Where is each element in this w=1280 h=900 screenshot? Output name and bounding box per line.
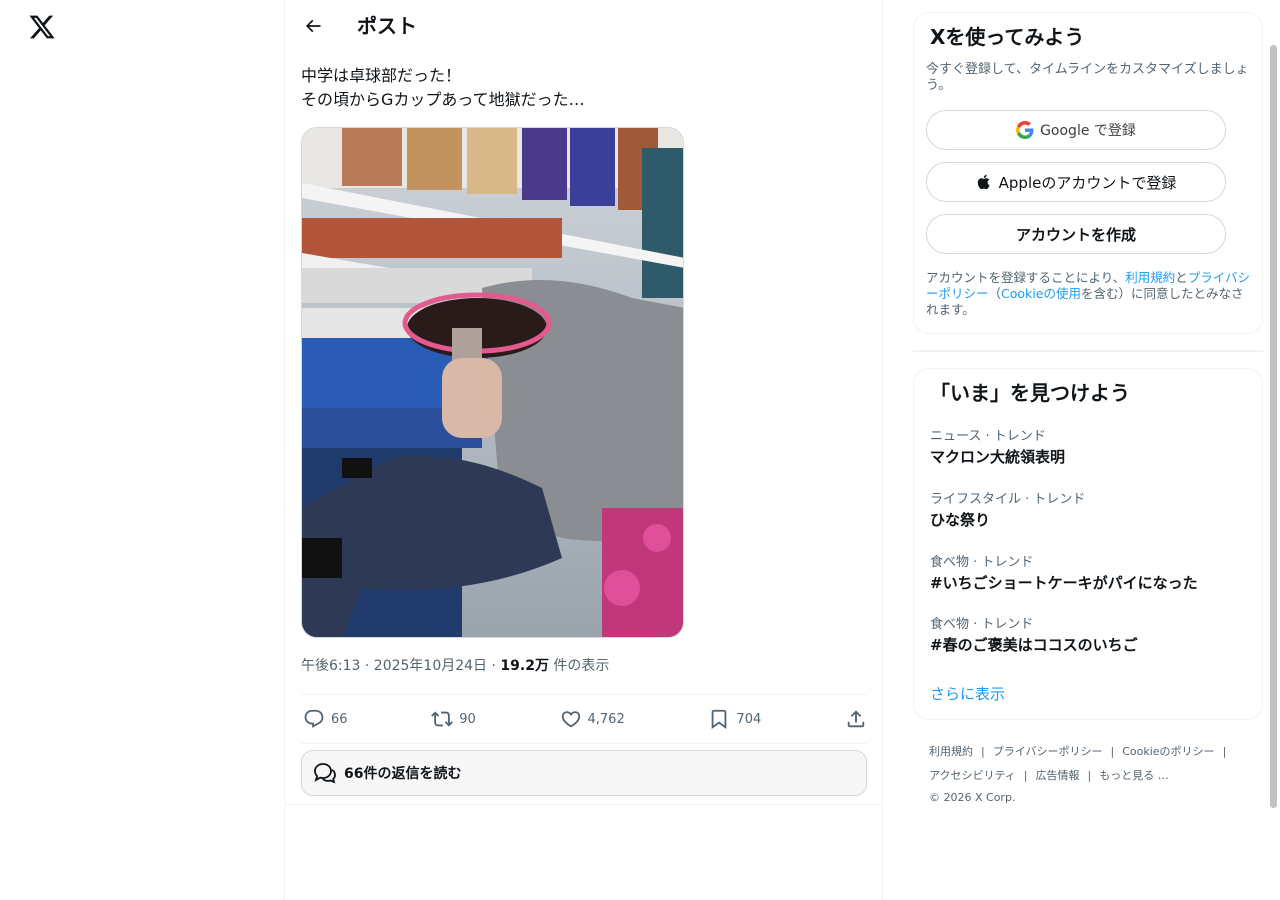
trend-name: ひな祭り: [930, 511, 991, 529]
footer: 利用規約 | プライバシーポリシー | Cookieのポリシー | アクセシビリティ | 広告…: [929, 740, 1249, 806]
trend-item[interactable]: ライフスタイル · トレンド ひな祭り: [930, 492, 1250, 530]
copyright: © 2026 X Corp.: [929, 791, 1016, 804]
share-icon: [847, 710, 865, 728]
footer-link-ads[interactable]: 広告情報: [1036, 769, 1080, 782]
create-account-label: アカウントを作成: [1015, 225, 1136, 244]
chat-bubbles-icon: [314, 763, 336, 784]
post-image[interactable]: [301, 127, 684, 638]
heart-icon: [561, 711, 580, 728]
x-logo-icon[interactable]: [28, 13, 56, 41]
repost-count: 90: [459, 711, 476, 727]
trend-name: マクロン大統領表明: [930, 448, 1066, 466]
repost-button[interactable]: 90: [429, 708, 476, 730]
post-meta: 午後6:13 · 2025年10月24日 · 19.2万 件の表示: [301, 656, 609, 676]
back-button[interactable]: [299, 12, 327, 40]
trends-card: 「いま」を見つけよう ニュース · トレンド マクロン大統領表明 ライフスタイル…: [913, 368, 1263, 720]
trend-item[interactable]: 食べ物 · トレンド #春のご褒美はココスのいちご: [930, 617, 1250, 655]
post-text: 中学は卓球部だった！ その頃からGカップあって地獄だった…: [301, 66, 585, 109]
trends-title: 「いま」を見つけよう: [930, 381, 1130, 405]
share-button[interactable]: [843, 708, 867, 730]
trend-item[interactable]: 食べ物 · トレンド #いちごショートケーキがパイになった: [930, 555, 1250, 593]
trend-category: 食べ物 · トレンド: [930, 617, 1034, 632]
footer-separator: |: [1110, 745, 1115, 758]
bookmark-count: 704: [736, 711, 762, 727]
legal-and: と: [1175, 270, 1188, 285]
trend-category: ニュース · トレンド: [930, 429, 1046, 444]
legal-text: アカウントを登録することにより、利用規約とプライバシーポリシー（Cookieの使…: [926, 270, 1254, 318]
arrow-left-icon: [305, 19, 321, 33]
footer-link-terms[interactable]: 利用規約: [929, 745, 973, 758]
main-column: ポスト 中学は卓球部だった！ その頃からGカップあって地獄だった… 午後6:13…: [284, 0, 883, 900]
sidebar-divider: [913, 350, 1263, 352]
bookmark-button[interactable]: 704: [706, 708, 761, 730]
google-signup-button[interactable]: Google で登録: [926, 110, 1226, 150]
google-signup-label: Google で登録: [1040, 123, 1136, 139]
action-bar: 66 90 4,762 704: [301, 694, 867, 744]
view-count: 19.2万: [500, 658, 549, 674]
footer-link-more[interactable]: もっと見る …: [1099, 769, 1169, 782]
left-nav: [0, 0, 284, 900]
like-count: 4,762: [587, 711, 625, 727]
read-replies-label: 66件の返信を読む: [344, 766, 462, 782]
google-icon: [1016, 121, 1034, 139]
footer-link-accessibility[interactable]: アクセシビリティ: [929, 769, 1016, 782]
legal-paren: （: [988, 286, 1002, 301]
reply-icon: [304, 709, 324, 728]
repost-icon: [431, 711, 454, 727]
signup-card: Xを使ってみよう 今すぐ登録して、タイムラインをカスタマイズしましょう。 Goo…: [913, 12, 1263, 334]
trend-category: 食べ物 · トレンド: [930, 555, 1034, 570]
trend-item[interactable]: ニュース · トレンド マクロン大統領表明: [930, 429, 1250, 467]
bookmark-icon: [712, 709, 727, 730]
post-header: ポスト: [285, 0, 883, 53]
footer-separator: |: [981, 745, 985, 758]
footer-separator: |: [1087, 769, 1092, 782]
apple-signup-label: Appleのアカウントで登録: [998, 173, 1177, 192]
signup-subtitle: 今すぐ登録して、タイムラインをカスタマイズしましょう。: [926, 62, 1249, 93]
create-account-button[interactable]: アカウントを作成: [926, 214, 1226, 254]
trend-name: #春のご褒美はココスのいちご: [930, 636, 1138, 654]
show-more-link[interactable]: さらに表示: [930, 683, 1005, 704]
read-replies-button[interactable]: 66件の返信を読む: [301, 750, 867, 796]
terms-link[interactable]: 利用規約: [1125, 270, 1175, 285]
footer-link-cookie[interactable]: Cookieのポリシー: [1122, 745, 1214, 758]
footer-link-privacy[interactable]: プライバシーポリシー: [993, 745, 1103, 758]
apple-signup-button[interactable]: Appleのアカウントで登録: [926, 162, 1226, 202]
signup-title: Xを使ってみよう: [930, 25, 1085, 49]
page-title: ポスト: [357, 14, 417, 38]
scrollbar[interactable]: [1270, 45, 1277, 808]
divider: [285, 804, 883, 805]
view-label: 件の表示: [548, 658, 610, 674]
cookie-link[interactable]: Cookieの使用: [1001, 286, 1081, 301]
footer-separator: |: [1222, 745, 1227, 758]
footer-separator: |: [1023, 769, 1028, 782]
post-photo: [302, 128, 683, 637]
reply-count: 66: [331, 711, 348, 727]
like-button[interactable]: 4,762: [558, 708, 625, 730]
legal-prefix: アカウントを登録することにより、: [926, 270, 1126, 285]
reply-button[interactable]: 66: [301, 708, 348, 730]
apple-icon: [977, 174, 990, 190]
trend-category: ライフスタイル · トレンド: [930, 492, 1086, 507]
post-timestamp[interactable]: 午後6:13 · 2025年10月24日 ·: [301, 658, 500, 674]
trend-name: #いちごショートケーキがパイになった: [930, 574, 1198, 592]
